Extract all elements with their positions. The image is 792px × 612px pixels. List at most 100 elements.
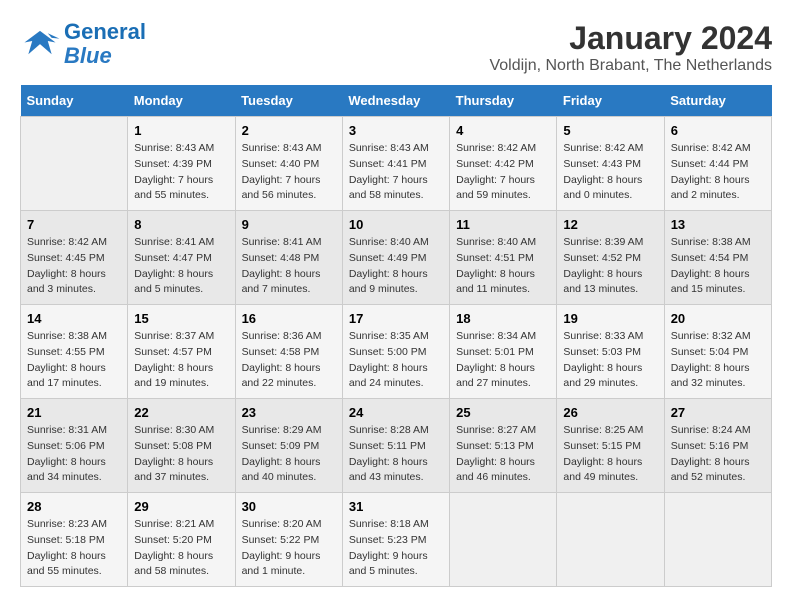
day-info: Sunrise: 8:42 AMSunset: 4:44 PMDaylight:… [671,141,765,204]
calendar-cell [450,493,557,587]
calendar-table: SundayMondayTuesdayWednesdayThursdayFrid… [20,85,772,587]
day-number: 11 [456,217,550,232]
calendar-week-2: 7Sunrise: 8:42 AMSunset: 4:45 PMDaylight… [21,211,772,305]
day-number: 26 [563,405,657,420]
calendar-cell: 30Sunrise: 8:20 AMSunset: 5:22 PMDayligh… [235,493,342,587]
day-info: Sunrise: 8:35 AMSunset: 5:00 PMDaylight:… [349,329,443,392]
day-number: 30 [242,499,336,514]
calendar-cell: 29 Sunrise: 8:21 AMSunset: 5:20 PMDayligh… [128,493,235,587]
day-info: Sunrise: 8:39 AMSunset: 4:52 PMDaylight:… [563,235,657,298]
day-info: Sunrise: 8:38 AMSunset: 4:55 PMDaylight:… [27,329,121,392]
calendar-cell: 26 Sunrise: 8:25 AMSunset: 5:15 PMDayligh… [557,399,664,493]
day-info: Sunrise: 8:34 AMSunset: 5:01 PMDaylight:… [456,329,550,392]
calendar-week-3: 14 Sunrise: 8:38 AMSunset: 4:55 PMDayligh… [21,305,772,399]
day-header-wednesday: Wednesday [342,85,449,117]
calendar-cell: 21 Sunrise: 8:31 AMSunset: 5:06 PMDayligh… [21,399,128,493]
day-info: Sunrise: 8:41 AMSunset: 4:48 PMDaylight:… [242,235,336,298]
day-number: 9 [242,217,336,232]
calendar-cell: 20 Sunrise: 8:32 AMSunset: 5:04 PMDayligh… [664,305,771,399]
calendar-cell [21,117,128,211]
calendar-cell [664,493,771,587]
day-info: Sunrise: 8:32 AMSunset: 5:04 PMDaylight:… [671,329,765,392]
day-number: 13 [671,217,765,232]
day-number: 22 [134,405,228,420]
logo: General Blue [20,20,146,68]
day-info: Sunrise: 8:31 AMSunset: 5:06 PMDaylight:… [27,423,121,486]
day-header-sunday: Sunday [21,85,128,117]
day-info: Sunrise: 8:41 AMSunset: 4:47 PMDaylight:… [134,235,228,298]
day-info: Sunrise: 8:43 AMSunset: 4:39 PMDaylight:… [134,141,228,204]
day-header-tuesday: Tuesday [235,85,342,117]
day-number: 21 [27,405,121,420]
day-info: Sunrise: 8:27 AMSunset: 5:13 PMDaylight:… [456,423,550,486]
calendar-cell: 15 Sunrise: 8:37 AMSunset: 4:57 PMDayligh… [128,305,235,399]
day-number: 24 [349,405,443,420]
day-number: 4 [456,123,550,138]
calendar-cell: 8 Sunrise: 8:41 AMSunset: 4:47 PMDaylight… [128,211,235,305]
day-info: Sunrise: 8:43 AMSunset: 4:40 PMDaylight:… [242,141,336,204]
calendar-cell: 3 Sunrise: 8:43 AMSunset: 4:41 PMDaylight… [342,117,449,211]
day-number: 28 [27,499,121,514]
calendar-cell: 13Sunrise: 8:38 AMSunset: 4:54 PMDayligh… [664,211,771,305]
day-number: 1 [134,123,228,138]
day-number: 2 [242,123,336,138]
day-number: 27 [671,405,765,420]
calendar-cell: 1 Sunrise: 8:43 AMSunset: 4:39 PMDaylight… [128,117,235,211]
day-info: Sunrise: 8:30 AMSunset: 5:08 PMDaylight:… [134,423,228,486]
day-info: Sunrise: 8:18 AMSunset: 5:23 PMDaylight:… [349,517,443,580]
day-number: 20 [671,311,765,326]
logo-general: General [64,19,146,44]
day-info: Sunrise: 8:37 AMSunset: 4:57 PMDaylight:… [134,329,228,392]
calendar-week-4: 21 Sunrise: 8:31 AMSunset: 5:06 PMDayligh… [21,399,772,493]
calendar-cell: 2 Sunrise: 8:43 AMSunset: 4:40 PMDaylight… [235,117,342,211]
day-number: 14 [27,311,121,326]
calendar-cell: 11 Sunrise: 8:40 AMSunset: 4:51 PMDayligh… [450,211,557,305]
calendar-cell: 6 Sunrise: 8:42 AMSunset: 4:44 PMDaylight… [664,117,771,211]
calendar-cell: 31 Sunrise: 8:18 AMSunset: 5:23 PMDayligh… [342,493,449,587]
calendar-cell: 5Sunrise: 8:42 AMSunset: 4:43 PMDaylight… [557,117,664,211]
day-header-friday: Friday [557,85,664,117]
day-number: 3 [349,123,443,138]
day-number: 12 [563,217,657,232]
day-info: Sunrise: 8:21 AMSunset: 5:20 PMDaylight:… [134,517,228,580]
calendar-cell: 27Sunrise: 8:24 AMSunset: 5:16 PMDayligh… [664,399,771,493]
day-number: 29 [134,499,228,514]
day-number: 25 [456,405,550,420]
day-number: 15 [134,311,228,326]
title-block: January 2024 Voldijn, North Brabant, The… [489,20,772,75]
day-number: 23 [242,405,336,420]
day-number: 19 [563,311,657,326]
day-info: Sunrise: 8:28 AMSunset: 5:11 PMDaylight:… [349,423,443,486]
day-info: Sunrise: 8:42 AMSunset: 4:42 PMDaylight:… [456,141,550,204]
day-info: Sunrise: 8:40 AMSunset: 4:51 PMDaylight:… [456,235,550,298]
calendar-cell: 4 Sunrise: 8:42 AMSunset: 4:42 PMDaylight… [450,117,557,211]
day-header-saturday: Saturday [664,85,771,117]
calendar-cell: 19 Sunrise: 8:33 AMSunset: 5:03 PMDayligh… [557,305,664,399]
day-info: Sunrise: 8:36 AMSunset: 4:58 PMDaylight:… [242,329,336,392]
calendar-cell: 22 Sunrise: 8:30 AMSunset: 5:08 PMDayligh… [128,399,235,493]
calendar-cell [557,493,664,587]
calendar-cell: 28Sunrise: 8:23 AMSunset: 5:18 PMDayligh… [21,493,128,587]
main-title: January 2024 [489,20,772,57]
day-info: Sunrise: 8:43 AMSunset: 4:41 PMDaylight:… [349,141,443,204]
day-info: Sunrise: 8:33 AMSunset: 5:03 PMDaylight:… [563,329,657,392]
day-info: Sunrise: 8:25 AMSunset: 5:15 PMDaylight:… [563,423,657,486]
calendar-week-1: 1 Sunrise: 8:43 AMSunset: 4:39 PMDaylight… [21,117,772,211]
day-info: Sunrise: 8:40 AMSunset: 4:49 PMDaylight:… [349,235,443,298]
calendar-week-5: 28Sunrise: 8:23 AMSunset: 5:18 PMDayligh… [21,493,772,587]
day-number: 31 [349,499,443,514]
logo-icon [20,27,60,62]
day-number: 17 [349,311,443,326]
calendar-cell: 14 Sunrise: 8:38 AMSunset: 4:55 PMDayligh… [21,305,128,399]
calendar-cell: 24 Sunrise: 8:28 AMSunset: 5:11 PMDayligh… [342,399,449,493]
calendar-cell: 7Sunrise: 8:42 AMSunset: 4:45 PMDaylight… [21,211,128,305]
calendar-cell: 23Sunrise: 8:29 AMSunset: 5:09 PMDayligh… [235,399,342,493]
calendar-cell: 17 Sunrise: 8:35 AMSunset: 5:00 PMDayligh… [342,305,449,399]
day-number: 8 [134,217,228,232]
day-number: 6 [671,123,765,138]
calendar-header-row: SundayMondayTuesdayWednesdayThursdayFrid… [21,85,772,117]
calendar-cell: 25 Sunrise: 8:27 AMSunset: 5:13 PMDayligh… [450,399,557,493]
day-header-thursday: Thursday [450,85,557,117]
day-number: 18 [456,311,550,326]
day-number: 10 [349,217,443,232]
